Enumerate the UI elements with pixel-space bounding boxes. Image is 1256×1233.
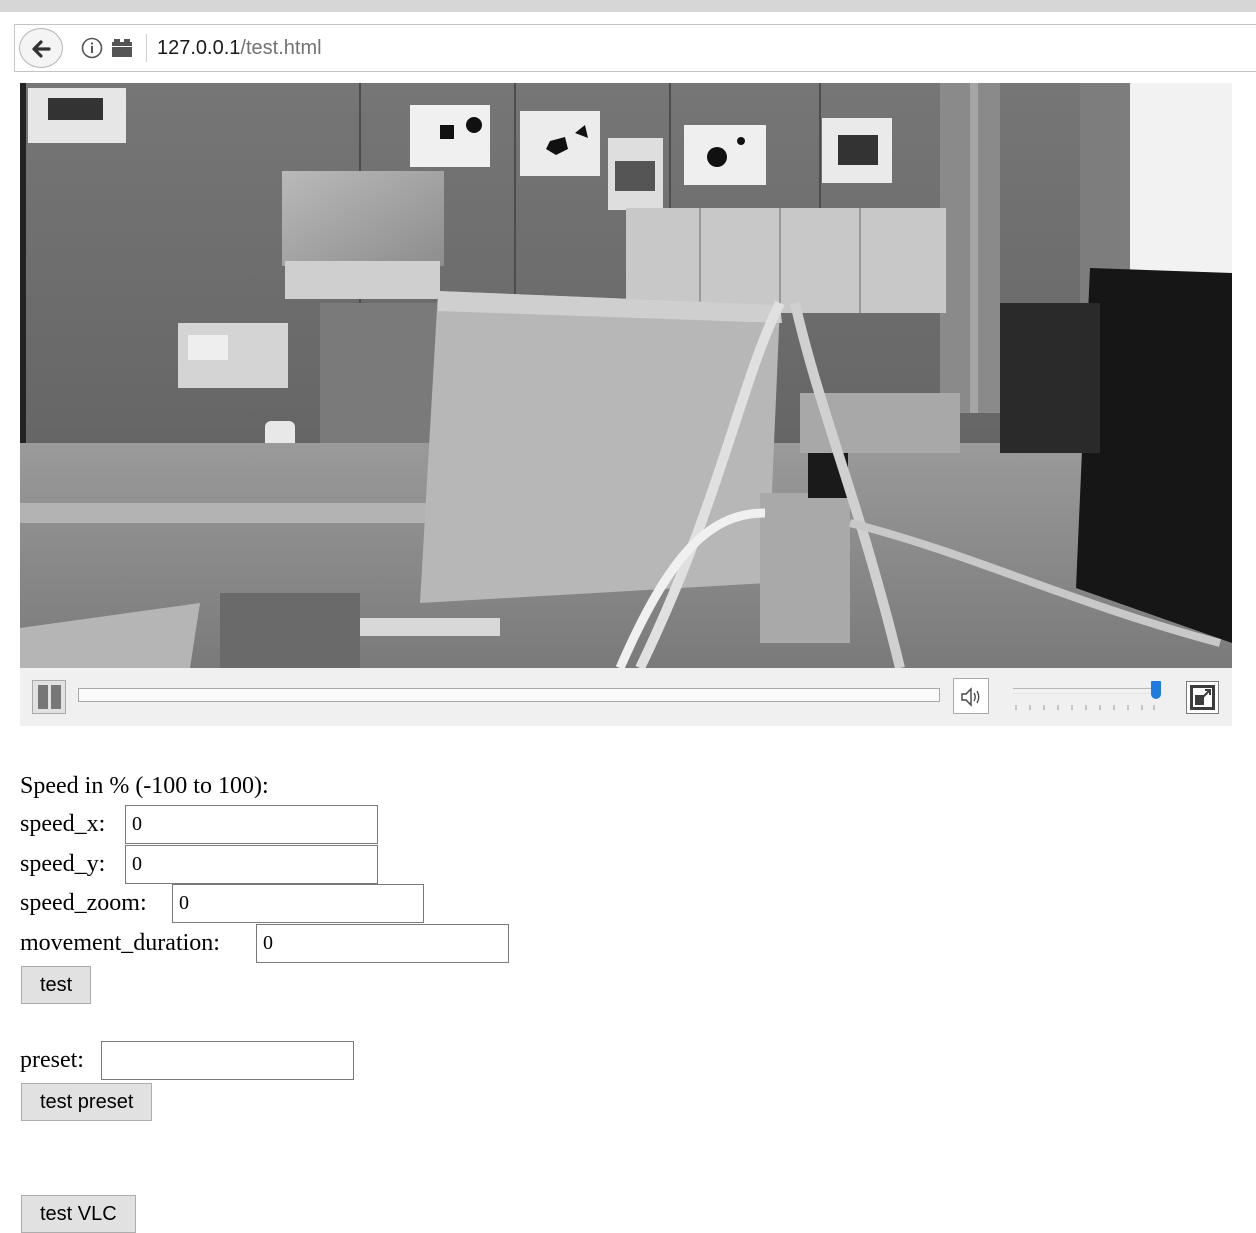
url-text[interactable]: 127.0.0.1/test.html (157, 37, 322, 60)
info-icon[interactable] (81, 37, 103, 59)
preset-label: preset: (20, 1047, 84, 1073)
speed-zoom-input[interactable] (172, 884, 424, 923)
volume-slider-thumb[interactable] (1151, 681, 1161, 699)
back-button[interactable] (19, 28, 63, 68)
url-path: /test.html (240, 37, 322, 59)
test-button[interactable]: test (21, 966, 92, 1004)
video-controls (20, 668, 1232, 726)
volume-ticks (1015, 705, 1155, 710)
test-vlc-button[interactable]: test VLC (21, 1195, 136, 1233)
seek-bar[interactable] (78, 688, 940, 702)
pause-button[interactable] (32, 680, 66, 714)
url-host: 127.0.0.1 (157, 37, 241, 59)
speed-x-input[interactable] (125, 805, 378, 844)
mute-button[interactable] (953, 678, 989, 714)
page-icon[interactable] (111, 38, 133, 58)
preset-input[interactable] (101, 1041, 354, 1080)
speed-y-input[interactable] (125, 845, 378, 884)
video-player[interactable] (20, 83, 1232, 668)
movement-duration-input[interactable] (256, 924, 509, 963)
speaker-icon (961, 687, 980, 707)
movement-duration-label: movement_duration: (20, 930, 220, 956)
browser-top-border (0, 0, 1256, 12)
back-arrow-icon (32, 40, 51, 58)
fullscreen-button[interactable] (1186, 681, 1219, 714)
speed-heading: Speed in % (-100 to 100): (20, 773, 269, 799)
address-bar[interactable]: 127.0.0.1/test.html (14, 24, 1256, 72)
address-separator (146, 34, 147, 62)
fullscreen-icon (1190, 685, 1215, 710)
speed-zoom-label: speed_zoom: (20, 890, 147, 916)
speed-x-label: speed_x: (20, 811, 106, 837)
speed-y-label: speed_y: (20, 851, 106, 877)
camera-feed-image (20, 83, 1232, 668)
test-preset-button[interactable]: test preset (21, 1083, 153, 1121)
volume-slider[interactable] (1013, 688, 1158, 694)
